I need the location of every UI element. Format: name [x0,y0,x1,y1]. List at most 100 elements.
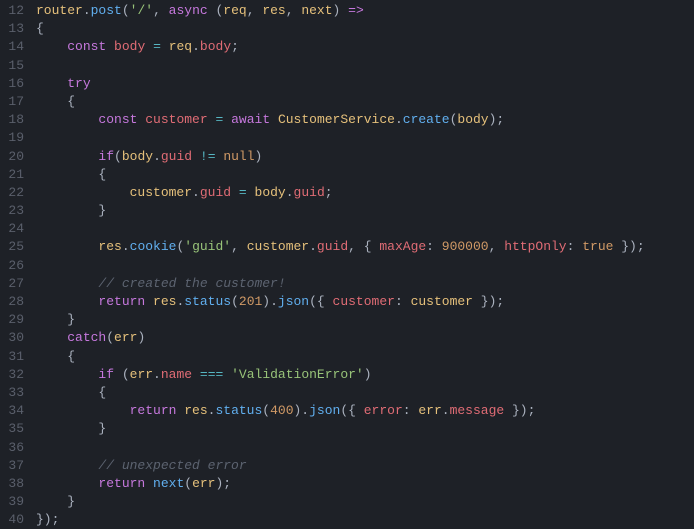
token-def [36,149,98,164]
code-line[interactable]: return next(err); [36,475,694,493]
code-line[interactable] [36,439,694,457]
token-obj: customer [411,294,473,309]
token-cmt: // created the customer! [98,276,285,291]
code-line[interactable]: // unexpected error [36,457,694,475]
token-prop: guid [317,239,348,254]
token-pun: ( [262,403,270,418]
line-number: 31 [0,348,24,366]
token-pun: : [403,403,419,418]
code-line[interactable]: // created the customer! [36,275,694,293]
line-number: 18 [0,111,24,129]
token-def [36,385,98,400]
token-cmt: // unexpected error [98,458,246,473]
token-pun: ) [255,149,263,164]
line-number: 28 [0,293,24,311]
line-number: 12 [0,2,24,20]
code-line[interactable]: if (err.name === 'ValidationError') [36,366,694,384]
code-line[interactable]: { [36,348,694,366]
token-bool: true [582,239,613,254]
code-line[interactable]: }); [36,511,694,529]
token-def [36,312,67,327]
token-pun: }); [504,403,535,418]
line-number: 19 [0,129,24,147]
token-pun: } [67,494,75,509]
code-line[interactable]: res.cookie('guid', customer.guid, { maxA… [36,238,694,256]
token-pun: ( [184,476,192,491]
token-fn: status [184,294,231,309]
token-var: maxAge [379,239,426,254]
token-fn: status [215,403,262,418]
code-line[interactable]: return res.status(400).json({ error: err… [36,402,694,420]
code-line[interactable]: { [36,93,694,111]
code-line[interactable]: return res.status(201).json({ customer: … [36,293,694,311]
code-line[interactable]: if(body.guid != null) [36,148,694,166]
token-def [247,185,255,200]
token-str: 'ValidationError' [231,367,364,382]
line-number: 13 [0,20,24,38]
token-pun: , [489,239,505,254]
token-pun: }); [473,294,504,309]
code-line[interactable]: } [36,311,694,329]
token-pun: ). [262,294,278,309]
token-def [192,367,200,382]
line-number: 38 [0,475,24,493]
token-pun: ( [114,149,122,164]
token-var: httpOnly [504,239,566,254]
token-bool: null [223,149,254,164]
token-prop: guid [200,185,231,200]
line-number: 25 [0,238,24,256]
token-pun: : [567,239,583,254]
token-pun: . [309,239,317,254]
token-obj: body [122,149,153,164]
token-pun: { [98,385,106,400]
code-line[interactable] [36,57,694,75]
token-obj: res [262,3,285,18]
token-def [36,494,67,509]
token-obj: next [301,3,332,18]
code-line[interactable]: const customer = await CustomerService.c… [36,111,694,129]
token-def [223,112,231,127]
token-pun: } [98,203,106,218]
token-def [145,39,153,54]
token-str: '/' [130,3,153,18]
code-line[interactable]: customer.guid = body.guid; [36,184,694,202]
token-def [36,94,67,109]
token-pun: } [67,312,75,327]
token-obj: customer [247,239,309,254]
token-op: = [239,185,247,200]
token-pun: } [98,421,106,436]
token-def [36,276,98,291]
token-fn: next [153,476,184,491]
token-pun: . [153,367,161,382]
code-line[interactable]: { [36,20,694,38]
token-obj: err [114,330,137,345]
code-editor[interactable]: 1213141516171819202122232425262728293031… [0,0,694,528]
code-line[interactable] [36,220,694,238]
line-number: 27 [0,275,24,293]
token-def [161,39,169,54]
code-line[interactable]: router.post('/', async (req, res, next) … [36,2,694,20]
code-line[interactable]: catch(err) [36,329,694,347]
code-line[interactable]: } [36,202,694,220]
token-pun: : [395,294,411,309]
code-line[interactable]: try [36,75,694,93]
token-pun: ( [114,367,130,382]
token-pun: , [247,3,263,18]
token-def [36,349,67,364]
code-line[interactable]: { [36,166,694,184]
token-pun: ({ [309,294,332,309]
token-pun: ). [294,403,310,418]
code-line[interactable]: const body = req.body; [36,38,694,56]
code-line[interactable]: } [36,420,694,438]
token-pun: , [286,3,302,18]
token-pun: ) [137,330,145,345]
token-pun: ; [325,185,333,200]
code-line[interactable]: { [36,384,694,402]
token-fn: json [309,403,340,418]
code-line[interactable] [36,257,694,275]
token-def [223,367,231,382]
code-line[interactable]: } [36,493,694,511]
code-content[interactable]: router.post('/', async (req, res, next) … [36,0,694,528]
code-line[interactable] [36,129,694,147]
line-number: 40 [0,511,24,529]
